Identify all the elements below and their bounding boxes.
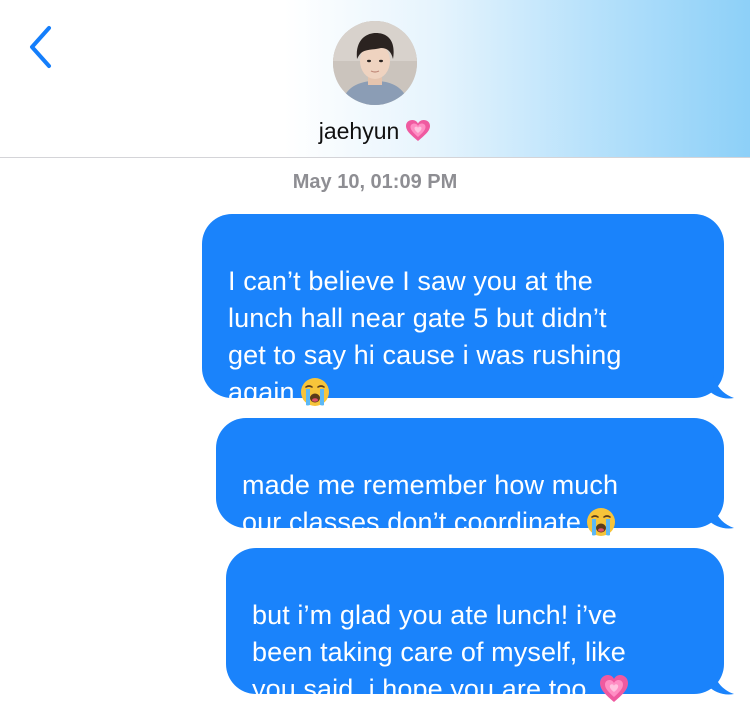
- back-button[interactable]: [22, 22, 62, 72]
- message-text: made me remember how much our classes do…: [242, 470, 619, 537]
- avatar-photo: [333, 21, 417, 105]
- loudly-crying-face-icon: [300, 378, 329, 406]
- contact-avatar[interactable]: [333, 21, 417, 105]
- bubble-tail: [708, 666, 734, 695]
- growing-heart-icon: [600, 675, 629, 702]
- growing-heart-icon: [406, 120, 431, 141]
- conversation-header: jaehyun: [0, 0, 750, 158]
- bubble-tail: [708, 500, 734, 529]
- contact-name: jaehyun: [318, 118, 400, 144]
- message-bubble[interactable]: made me remember how much our classes do…: [216, 418, 724, 537]
- contact-name-row[interactable]: jaehyun: [0, 116, 750, 146]
- message-text: I can’t believe I saw you at the lunch h…: [228, 266, 622, 407]
- message-timestamp: May 10, 01:09 PM: [292, 171, 458, 193]
- chevron-left-icon: [30, 26, 51, 68]
- bubble-tail: [708, 370, 734, 399]
- message-bubble[interactable]: I can’t believe I saw you at the lunch h…: [202, 214, 724, 407]
- loudly-crying-face-icon: [587, 508, 615, 536]
- message-text: but i’m glad you ate lunch! i’ve been ta…: [252, 600, 626, 704]
- message-bubble[interactable]: but i’m glad you ate lunch! i’ve been ta…: [226, 548, 724, 704]
- messages-screen: jaehyun May 10, 01:09 PM I can’t believe…: [0, 0, 750, 712]
